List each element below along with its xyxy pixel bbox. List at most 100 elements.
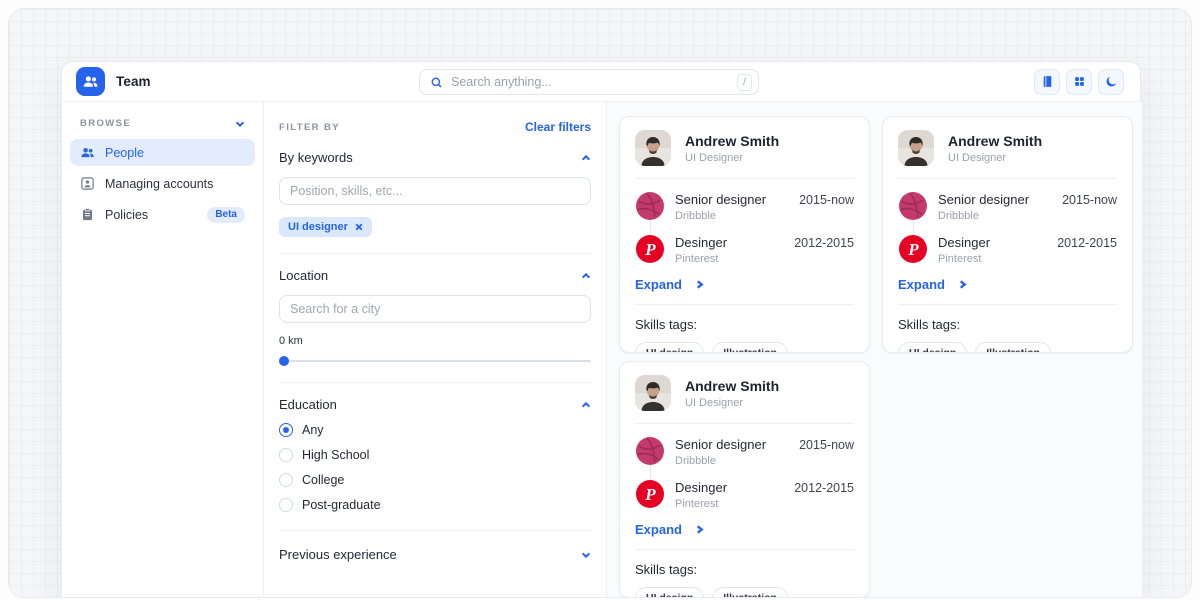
experience-timeline: Senior designer Dribbble 2015-now P Desi… [635, 191, 854, 265]
experience-period: 2015-now [799, 191, 854, 222]
pinterest-icon: P [898, 234, 928, 264]
expand-button[interactable]: Expand [898, 277, 1117, 292]
sidebar-item-label: Policies [105, 208, 148, 222]
dribbble-icon [635, 436, 665, 466]
profile-card[interactable]: Andrew Smith UI Designer Senior designer… [619, 361, 870, 598]
clear-filters-button[interactable]: Clear filters [525, 120, 591, 134]
experience-period: 2012-2015 [794, 479, 854, 510]
experience-item: Senior designer Dribbble 2015-now [635, 191, 854, 222]
education-filter-section: Education Any High School College [279, 383, 591, 531]
keywords-section-toggle[interactable]: By keywords [279, 150, 591, 165]
dribbble-icon [898, 191, 928, 221]
previous-experience-toggle[interactable]: Previous experience [279, 547, 591, 562]
skill-tag[interactable]: UI design [898, 342, 967, 353]
experience-timeline: Senior designer Dribbble 2015-now P Desi… [635, 436, 854, 510]
app-logo[interactable] [76, 67, 105, 96]
keywords-input[interactable] [279, 177, 591, 205]
chevron-right-icon [958, 280, 967, 289]
radio-selected-icon[interactable] [279, 423, 293, 437]
apps-grid-button[interactable] [1066, 69, 1092, 95]
experience-period: 2012-2015 [1057, 234, 1117, 265]
location-filter-section: Location 0 km [279, 254, 591, 383]
skill-tag[interactable]: Illustration [712, 342, 788, 353]
filter-by-label: FILTER BY [279, 122, 340, 133]
chevron-right-icon [695, 525, 704, 534]
dark-mode-toggle[interactable] [1098, 69, 1124, 95]
chevron-up-icon [581, 400, 591, 410]
skills-tags-label: Skills tags: [635, 317, 854, 332]
skill-tag[interactable]: UI design [635, 587, 704, 598]
divider [635, 178, 854, 179]
person-name: Andrew Smith [948, 133, 1042, 149]
search-shortcut-key: / [737, 74, 752, 91]
education-option-college[interactable]: College [279, 473, 591, 487]
location-section-toggle[interactable]: Location [279, 268, 591, 283]
keyword-tag[interactable]: UI designer [279, 217, 372, 237]
radio-icon[interactable] [279, 448, 293, 462]
avatar [635, 130, 671, 166]
expand-button[interactable]: Expand [635, 277, 854, 292]
chevron-down-icon [581, 550, 591, 560]
expand-button[interactable]: Expand [635, 522, 854, 537]
sidebar-item-policies[interactable]: Policies Beta [70, 201, 255, 228]
skill-tag[interactable]: Illustration [712, 587, 788, 598]
education-section-toggle[interactable]: Education [279, 397, 591, 412]
sidebar-item-label: Managing accounts [105, 177, 213, 191]
pinterest-icon: P [635, 479, 665, 509]
distance-slider[interactable] [279, 356, 591, 366]
slider-track[interactable] [279, 360, 591, 362]
sidebar: BROWSE People Managing accounts Policies… [62, 102, 264, 598]
experience-period: 2015-now [1062, 191, 1117, 222]
pinterest-icon: P [635, 234, 665, 264]
keywords-filter-section: By keywords UI designer [279, 136, 591, 254]
experience-timeline: Senior designer Dribbble 2015-now P Desi… [898, 191, 1117, 265]
education-option-any[interactable]: Any [279, 423, 591, 437]
book-button[interactable] [1034, 69, 1060, 95]
experience-period: 2012-2015 [794, 234, 854, 265]
profile-card[interactable]: Andrew Smith UI Designer Senior designer… [882, 116, 1133, 353]
experience-item: P Desinger Pinterest 2012-2015 [898, 234, 1117, 265]
people-icon [82, 73, 99, 90]
results-grid: Andrew Smith UI Designer Senior designer… [607, 102, 1142, 598]
svg-text:P: P [644, 240, 656, 259]
grid-icon [1073, 75, 1086, 88]
filter-panel: FILTER BY Clear filters By keywords UI d… [264, 102, 607, 598]
distance-value-label: 0 km [279, 335, 591, 347]
avatar [898, 130, 934, 166]
skill-tag[interactable]: Illustration [975, 342, 1051, 353]
chevron-right-icon [695, 280, 704, 289]
person-role: UI Designer [685, 152, 779, 164]
book-icon [1041, 75, 1054, 88]
profile-card[interactable]: Andrew Smith UI Designer Senior designer… [619, 116, 870, 353]
radio-icon[interactable] [279, 498, 293, 512]
browse-section-header[interactable]: BROWSE [70, 112, 255, 139]
chevron-down-icon [235, 119, 245, 129]
skills-tags-label: Skills tags: [898, 317, 1117, 332]
dribbble-icon [635, 191, 665, 221]
person-card-icon [80, 176, 95, 191]
skill-tag[interactable]: UI design [635, 342, 704, 353]
education-option-high-school[interactable]: High School [279, 448, 591, 462]
close-icon[interactable] [355, 223, 363, 231]
city-search-input[interactable] [279, 295, 591, 323]
sidebar-item-managing-accounts[interactable]: Managing accounts [70, 170, 255, 197]
svg-text:P: P [907, 240, 919, 259]
divider [898, 304, 1117, 305]
team-app-window: Team / BROWSE [61, 61, 1141, 598]
divider [898, 178, 1117, 179]
global-search[interactable]: / [419, 69, 759, 95]
education-option-post-graduate[interactable]: Post-graduate [279, 498, 591, 512]
svg-text:P: P [644, 485, 656, 504]
clipboard-icon [80, 207, 95, 222]
desktop-background: Team / BROWSE [8, 8, 1192, 598]
search-icon [430, 76, 443, 89]
slider-thumb[interactable] [279, 356, 289, 366]
radio-icon[interactable] [279, 473, 293, 487]
avatar [635, 375, 671, 411]
chevron-up-icon [581, 153, 591, 163]
chevron-up-icon [581, 271, 591, 281]
app-header: Team / [62, 62, 1140, 102]
search-input[interactable] [451, 75, 737, 89]
experience-item: Senior designer Dribbble 2015-now [635, 436, 854, 467]
sidebar-item-people[interactable]: People [70, 139, 255, 166]
